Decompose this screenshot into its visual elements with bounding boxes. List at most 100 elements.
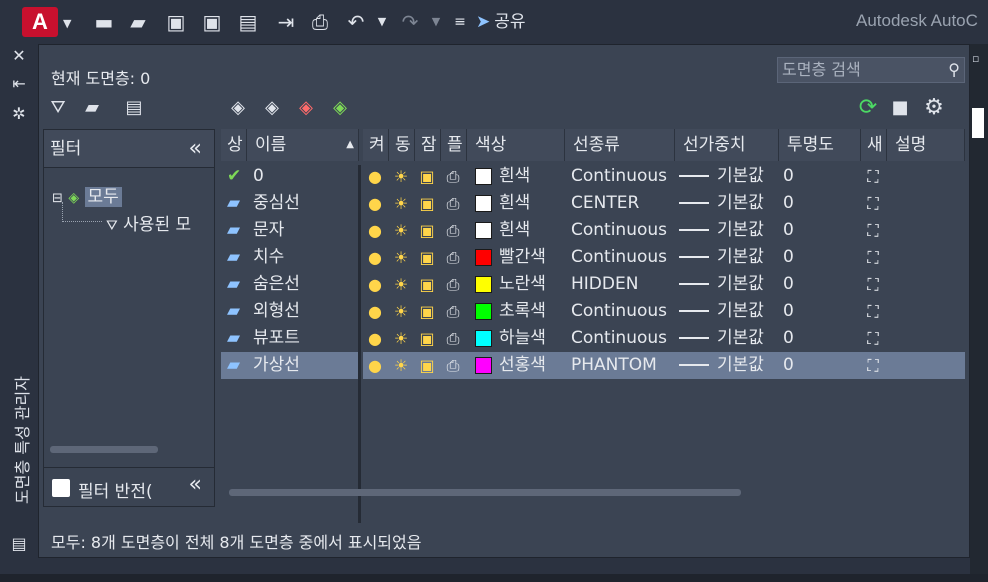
column-linetype[interactable]: 선종류 [565,129,675,161]
layer-transparency[interactable]: 0 [783,190,794,217]
layer-row[interactable]: ▰ 숨은선 ● ☀ ▣ ⎙ 노란색 HIDDEN 기본값 0 ⛶ [221,271,965,298]
properties-gear-icon[interactable]: ✲ [9,104,29,124]
layer-name[interactable]: 가상선 [253,352,300,379]
color-swatch[interactable] [475,276,492,293]
lightbulb-on-icon[interactable]: ● [365,163,385,190]
auto-hide-icon[interactable]: ⇤ [9,74,29,94]
printer-icon[interactable]: ⎙ [443,217,463,244]
new-vp-freeze-icon[interactable]: ⛶ [863,352,883,379]
share-button[interactable]: ➤ 공유 [476,8,526,36]
plot-icon[interactable]: ⎙ [306,8,334,36]
color-swatch[interactable] [475,330,492,347]
printer-icon[interactable]: ⎙ [443,163,463,190]
unlock-icon[interactable]: ▣ [417,271,437,298]
layer-color-name[interactable]: 하늘색 [499,325,546,352]
new-vp-freeze-icon[interactable]: ⛶ [863,325,883,352]
color-swatch[interactable] [475,249,492,266]
unlock-icon[interactable]: ▣ [417,244,437,271]
printer-icon[interactable]: ⎙ [443,298,463,325]
sun-thawed-icon[interactable]: ☀ [391,190,411,217]
printer-icon[interactable]: ⎙ [443,271,463,298]
refresh-icon[interactable]: ⟳ [855,95,881,121]
lightbulb-on-icon[interactable]: ● [365,271,385,298]
layer-lineweight[interactable]: 기본값 [679,190,764,217]
layer-row[interactable]: ▰ 문자 ● ☀ ▣ ⎙ 흰색 Continuous 기본값 0 ⛶ [221,217,965,244]
lightbulb-on-icon[interactable]: ● [365,352,385,379]
layer-transparency[interactable]: 0 [783,352,794,379]
column-name[interactable]: 이름 ▲ [247,129,359,161]
open-web-icon[interactable]: ▤ [234,8,262,36]
undo-dropdown-icon[interactable]: ▼ [368,8,396,36]
layer-name[interactable]: 문자 [253,217,284,244]
layer-name[interactable]: 중심선 [253,190,300,217]
sun-thawed-icon[interactable]: ☀ [391,298,411,325]
layer-color-name[interactable]: 노란색 [499,271,546,298]
layer-color-name[interactable]: 흰색 [499,163,530,190]
layer-row[interactable]: ▰ 뷰포트 ● ☀ ▣ ⎙ 하늘색 Continuous 기본값 0 ⛶ [221,325,965,352]
sun-thawed-icon[interactable]: ☀ [391,325,411,352]
close-icon[interactable]: ✕ [9,46,29,66]
sun-thawed-icon[interactable]: ☀ [391,217,411,244]
column-lock[interactable]: 잠 [415,129,441,161]
printer-icon[interactable]: ⎙ [443,352,463,379]
layer-linetype[interactable]: CENTER [571,190,639,217]
layer-transparency[interactable]: 0 [783,163,794,190]
column-freeze[interactable]: 동 [389,129,415,161]
new-group-filter-icon[interactable]: ▰ [79,95,105,121]
new-layer-vp-frozen-icon[interactable]: ◈ [259,95,285,121]
redo-icon[interactable]: ↷ [396,8,424,36]
layer-row-selected[interactable]: ▰ 가상선 ● ☀ ▣ ⎙ 선홍색 PHANTOM 기본값 0 ⛶ [221,352,965,379]
layer-row[interactable]: ▰ 중심선 ● ☀ ▣ ⎙ 흰색 CENTER 기본값 0 ⛶ [221,190,965,217]
printer-icon[interactable]: ⎙ [443,190,463,217]
sun-thawed-icon[interactable]: ☀ [391,163,411,190]
layer-lineweight[interactable]: 기본값 [679,352,764,379]
lightbulb-on-icon[interactable]: ● [365,217,385,244]
layer-linetype[interactable]: Continuous [571,217,667,244]
column-on[interactable]: 켜 [363,129,389,161]
filter-horizontal-scrollbar[interactable] [50,446,158,453]
column-description[interactable]: 설명 [887,129,965,161]
color-swatch[interactable] [475,357,492,374]
lightbulb-on-icon[interactable]: ● [365,298,385,325]
layer-lineweight[interactable]: 기본값 [679,244,764,271]
layer-lineweight[interactable]: 기본값 [679,298,764,325]
lightbulb-on-icon[interactable]: ● [365,190,385,217]
layer-linetype[interactable]: Continuous [571,244,667,271]
unlock-icon[interactable]: ▣ [417,217,437,244]
app-menu-chevron-icon[interactable]: ▼ [63,17,71,30]
sun-thawed-icon[interactable]: ☀ [391,271,411,298]
column-status[interactable]: 상 [221,129,247,161]
layer-linetype[interactable]: Continuous [571,325,667,352]
layer-search-input[interactable]: 도면층 검색 ⚲ [777,57,965,83]
docked-tab-indicator[interactable] [972,108,984,138]
column-transparency[interactable]: 투명도 [779,129,861,161]
column-lineweight[interactable]: 선가중치 [675,129,779,161]
layer-color-name[interactable]: 흰색 [499,190,530,217]
layer-lineweight[interactable]: 기본값 [679,325,764,352]
unlock-icon[interactable]: ▣ [417,352,437,379]
layer-linetype[interactable]: Continuous [571,298,667,325]
save-icon[interactable]: ▣ [162,8,190,36]
collapse-invert-icon[interactable]: « [189,472,202,497]
delete-layer-icon[interactable]: ◈ [293,95,319,121]
layer-name[interactable]: 뷰포트 [253,325,300,352]
layer-name[interactable]: 0 [253,163,264,190]
layer-row[interactable]: ▰ 외형선 ● ☀ ▣ ⎙ 초록색 Continuous 기본값 0 ⛶ [221,298,965,325]
layer-name[interactable]: 숨은선 [253,271,300,298]
layer-states-manager-icon[interactable]: ▤ [121,95,147,121]
layer-lineweight[interactable]: 기본값 [679,217,764,244]
layer-linetype[interactable]: PHANTOM [571,352,657,379]
layer-linetype[interactable]: HIDDEN [571,271,638,298]
unlock-icon[interactable]: ▣ [417,325,437,352]
sun-thawed-icon[interactable]: ☀ [391,244,411,271]
open-file-icon[interactable]: ▰ [124,8,152,36]
new-property-filter-icon[interactable]: ⛛ [45,95,71,121]
column-color[interactable]: 색상 [467,129,565,161]
new-vp-freeze-icon[interactable]: ⛶ [863,298,883,325]
layer-row[interactable]: ▰ 치수 ● ☀ ▣ ⎙ 빨간색 Continuous 기본값 0 ⛶ [221,244,965,271]
column-splitter[interactable] [358,165,361,523]
docked-tab[interactable]: ▫ [972,52,986,90]
unlock-icon[interactable]: ▣ [417,190,437,217]
layer-color-name[interactable]: 빨간색 [499,244,546,271]
printer-icon[interactable]: ⎙ [443,244,463,271]
